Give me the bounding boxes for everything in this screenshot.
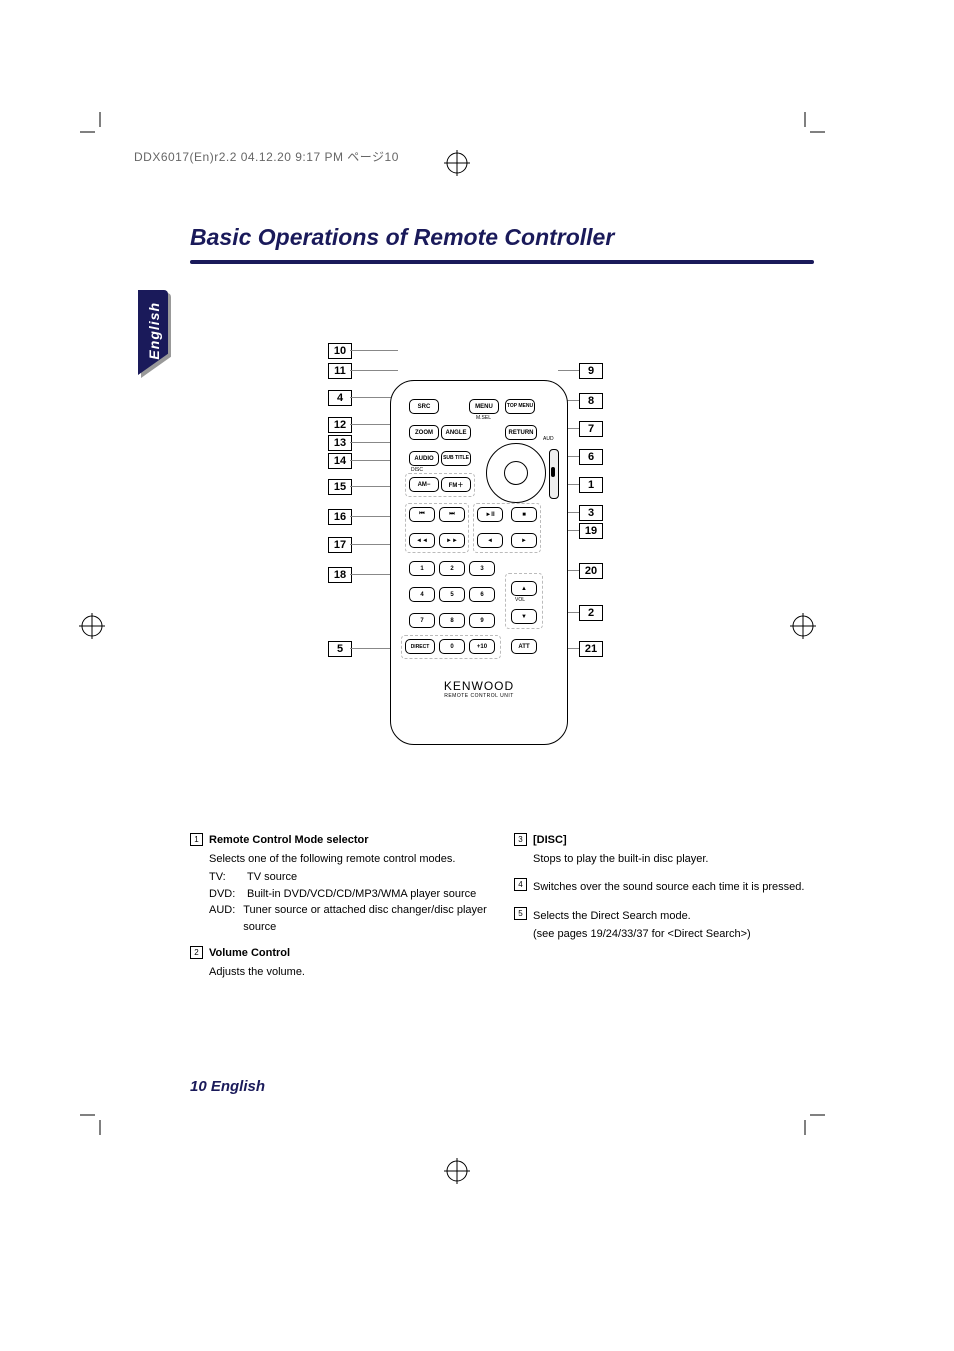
btn-4: 4 <box>409 587 435 602</box>
page-title: Basic Operations of Remote Controller <box>190 224 614 251</box>
print-header: DDX6017(En)r2.2 04.12.20 9:17 PM ページ10 <box>134 148 399 165</box>
callout-5: 5 <box>328 641 352 657</box>
desc-text: Adjusts the volume. <box>209 964 490 981</box>
btn-menu: MENU <box>469 399 499 414</box>
callout-12: 12 <box>328 417 352 433</box>
btn-1: 1 <box>409 561 435 576</box>
desc-title: Remote Control Mode selector <box>209 832 490 849</box>
callout-18: 18 <box>328 567 352 583</box>
btn-return: RETURN <box>505 425 537 440</box>
desc-text: Selects one of the following remote cont… <box>209 851 490 868</box>
desc-marker: 2 <box>190 946 203 959</box>
desc-text: Selects the Direct Search mode. <box>533 908 814 925</box>
callout-11: 11 <box>328 363 352 379</box>
callout-7: 7 <box>579 421 603 437</box>
desc-item-1: 1 Remote Control Mode selector Selects one… <box>190 832 490 935</box>
btn-3: 3 <box>469 561 495 576</box>
brand: KENWOOD <box>391 679 567 693</box>
callout-3: 3 <box>579 505 603 521</box>
brand-sub: REMOTE CONTROL UNIT <box>391 693 567 699</box>
desc-item-3: 3 [DISC] Stops to play the built-in disc p… <box>514 832 814 867</box>
descriptions: 1 Remote Control Mode selector Selects one… <box>190 832 814 990</box>
btn-att: ATT <box>511 639 537 654</box>
title-rule <box>190 260 814 264</box>
desc-item-5: 5 Selects the Direct Search mode.(see pag… <box>514 906 814 943</box>
callout-4: 4 <box>328 390 352 406</box>
callout-1: 1 <box>579 477 603 493</box>
btn-2: 2 <box>439 561 465 576</box>
callout-19: 19 <box>579 523 603 539</box>
language-tab: English <box>138 290 168 375</box>
group-vol <box>505 573 543 629</box>
desc-title: [DISC] <box>533 832 814 849</box>
group-disc <box>405 473 475 497</box>
group-transport-left <box>405 503 469 553</box>
desc-text: Stops to play the built-in disc player. <box>533 851 814 868</box>
callout-16: 16 <box>328 509 352 525</box>
desc-item-2: 2 Volume Control Adjusts the volume. <box>190 945 490 980</box>
callout-15: 15 <box>328 479 352 495</box>
callout-21: 21 <box>579 641 603 657</box>
label-aud: AUD <box>543 436 554 442</box>
callout-9: 9 <box>579 363 603 379</box>
btn-audio: AUDIO <box>409 451 439 466</box>
callout-10: 10 <box>328 343 352 359</box>
btn-top-menu: TOP MENU <box>505 399 535 414</box>
remote-diagram: 10 11 4 12 13 14 15 16 17 18 5 9 8 7 6 1… <box>328 335 601 755</box>
btn-zoom: ZOOM <box>409 425 439 440</box>
btn-9: 9 <box>469 613 495 628</box>
desc-marker: 5 <box>514 907 527 920</box>
btn-8: 8 <box>439 613 465 628</box>
desc-text: Switches over the sound source each time… <box>533 879 814 896</box>
desc-marker: 1 <box>190 833 203 846</box>
callout-2: 2 <box>579 605 603 621</box>
page-footer: 10 English <box>190 1078 265 1095</box>
joystick-center <box>504 461 528 485</box>
callout-6: 6 <box>579 449 603 465</box>
group-direct <box>401 635 501 659</box>
group-transport-right <box>473 503 541 553</box>
desc-title: Volume Control <box>209 945 490 962</box>
callout-8: 8 <box>579 393 603 409</box>
btn-subtitle: SUB TITLE <box>441 451 471 466</box>
remote-body: SRC MENU TOP MENU M.SEL ZOOM ANGLE RETUR… <box>390 380 568 745</box>
btn-5: 5 <box>439 587 465 602</box>
btn-7: 7 <box>409 613 435 628</box>
callout-13: 13 <box>328 435 352 451</box>
desc-note: (see pages 19/24/33/37 for <Direct Searc… <box>533 926 814 943</box>
desc-item-4: 4 Switches over the sound source each tim… <box>514 877 814 896</box>
btn-angle: ANGLE <box>441 425 471 440</box>
callout-14: 14 <box>328 453 352 469</box>
desc-marker: 4 <box>514 878 527 891</box>
callout-20: 20 <box>579 563 603 579</box>
label-msel: M.SEL <box>476 415 491 421</box>
desc-marker: 3 <box>514 833 527 846</box>
language-tab-label: English <box>146 302 162 360</box>
mode-slider-knob <box>551 467 555 477</box>
btn-src: SRC <box>409 399 439 414</box>
callout-17: 17 <box>328 537 352 553</box>
btn-6: 6 <box>469 587 495 602</box>
